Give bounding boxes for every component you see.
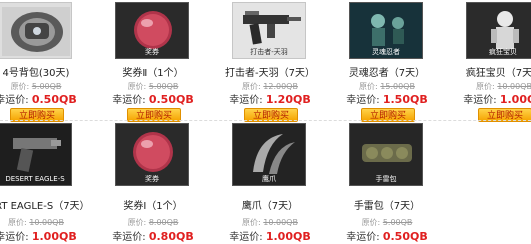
thumbnail-caption: 鹰爪 <box>262 175 276 183</box>
thumbnail-caption: 手雷包 <box>375 175 397 183</box>
thumbnail-caption: 打击者-天羽 <box>250 48 288 56</box>
product-name: SERT EAGLE-S（7天） <box>0 201 90 212</box>
product-name: 鹰爪（7天） <box>241 201 299 212</box>
shop-row: DESERT EAGLE-S SERT EAGLE-S（7天） 原价: 10.0… <box>0 122 531 244</box>
original-price: 原价: 10.00QB <box>242 218 298 227</box>
thumbnail-caption: 灵魂忍者 <box>372 48 400 56</box>
product-card: 灵魂忍者 灵魂忍者（7天） 原价: 15.00QB 幸运价: 1.50QB 立即… <box>329 0 445 122</box>
lucky-price: 幸运价: 1.00QB <box>229 230 311 243</box>
product-thumbnail[interactable]: 灵魂忍者 <box>349 2 423 59</box>
product-thumbnail[interactable]: 打击者-天羽 <box>232 2 306 59</box>
lucky-price: 幸运价: 1.00QB <box>463 93 531 106</box>
thumbnail-caption: 疯狂宝贝 <box>489 48 517 56</box>
shop-row: 4号背包(30天) 原价: 5.00QB 幸运价: 0.50QB 立即购买 奖券… <box>0 0 531 122</box>
product-name: 4号背包(30天) <box>2 68 70 79</box>
product-card: 疯狂宝贝 疯狂宝贝（7天） 原价: 10.00QB 幸运价: 1.00QB 立即… <box>446 0 531 122</box>
product-thumbnail[interactable]: 鹰爪 <box>232 123 306 186</box>
product-card: DESERT EAGLE-S SERT EAGLE-S（7天） 原价: 10.0… <box>0 122 94 244</box>
original-price: 原价: 10.00QB <box>8 218 64 227</box>
lucky-price: 幸运价: 0.80QB <box>112 230 194 243</box>
product-thumbnail[interactable] <box>0 2 72 59</box>
product-thumbnail[interactable]: 奖券 <box>115 123 189 186</box>
buy-now-button[interactable]: 立即购买 <box>244 108 298 122</box>
original-price: 原价: 12.00QB <box>242 82 298 91</box>
original-price: 原价: 5.00QB <box>361 218 413 227</box>
original-price: 原价: 15.00QB <box>359 82 415 91</box>
backpack-icon <box>2 7 70 56</box>
lucky-price: 幸运价: 1.20QB <box>229 93 311 106</box>
buy-now-button[interactable]: 立即购买 <box>361 108 415 122</box>
product-thumbnail[interactable]: DESERT EAGLE-S <box>0 123 72 186</box>
product-name: 奖券Ⅱ（1个） <box>122 68 184 79</box>
product-name: 打击者-天羽（7天） <box>225 68 315 79</box>
buy-now-button[interactable]: 立即购买 <box>10 108 64 122</box>
lucky-price: 幸运价: 1.50QB <box>346 93 428 106</box>
product-name: 疯狂宝贝（7天） <box>465 68 531 79</box>
buy-now-button[interactable]: 立即购买 <box>127 108 181 122</box>
original-price: 原价: 10.00QB <box>476 82 531 91</box>
product-name: 奖券Ⅰ（1个） <box>123 201 183 212</box>
lucky-price: 幸运价: 0.50QB <box>0 93 77 106</box>
lucky-price: 幸运价: 1.00QB <box>0 230 77 243</box>
thumbnail-caption: 奖券 <box>145 48 159 56</box>
product-thumbnail[interactable]: 疯狂宝贝 <box>466 2 531 59</box>
product-card: 鹰爪 鹰爪（7天） 原价: 10.00QB 幸运价: 1.00QB <box>212 122 328 244</box>
original-price: 原价: 5.00QB <box>127 82 179 91</box>
lucky-price: 幸运价: 0.50QB <box>346 230 428 243</box>
product-thumbnail[interactable]: 手雷包 <box>349 123 423 186</box>
product-card: 奖券 奖券Ⅰ（1个） 原价: 8.00QB 幸运价: 0.80QB <box>95 122 211 244</box>
buy-now-button[interactable]: 立即购买 <box>478 108 531 122</box>
product-name: 灵魂忍者（7天） <box>348 68 426 79</box>
thumbnail-caption: 奖券 <box>145 175 159 183</box>
product-card: 奖券 奖券Ⅱ（1个） 原价: 5.00QB 幸运价: 0.50QB 立即购买 <box>95 0 211 122</box>
product-name: 手雷包（7天） <box>353 201 421 212</box>
product-card: 手雷包 手雷包（7天） 原价: 5.00QB 幸运价: 0.50QB <box>329 122 445 244</box>
original-price: 原价: 5.00QB <box>10 82 62 91</box>
lucky-price: 幸运价: 0.50QB <box>112 93 194 106</box>
product-thumbnail[interactable]: 奖券 <box>115 2 189 59</box>
product-card: 打击者-天羽 打击者-天羽（7天） 原价: 12.00QB 幸运价: 1.20Q… <box>212 0 328 122</box>
thumbnail-caption: DESERT EAGLE-S <box>5 175 65 183</box>
shop-grid: 4号背包(30天) 原价: 5.00QB 幸运价: 0.50QB 立即购买 奖券… <box>0 0 531 244</box>
product-card: 4号背包(30天) 原价: 5.00QB 幸运价: 0.50QB 立即购买 <box>0 0 94 122</box>
original-price: 原价: 8.00QB <box>127 218 179 227</box>
